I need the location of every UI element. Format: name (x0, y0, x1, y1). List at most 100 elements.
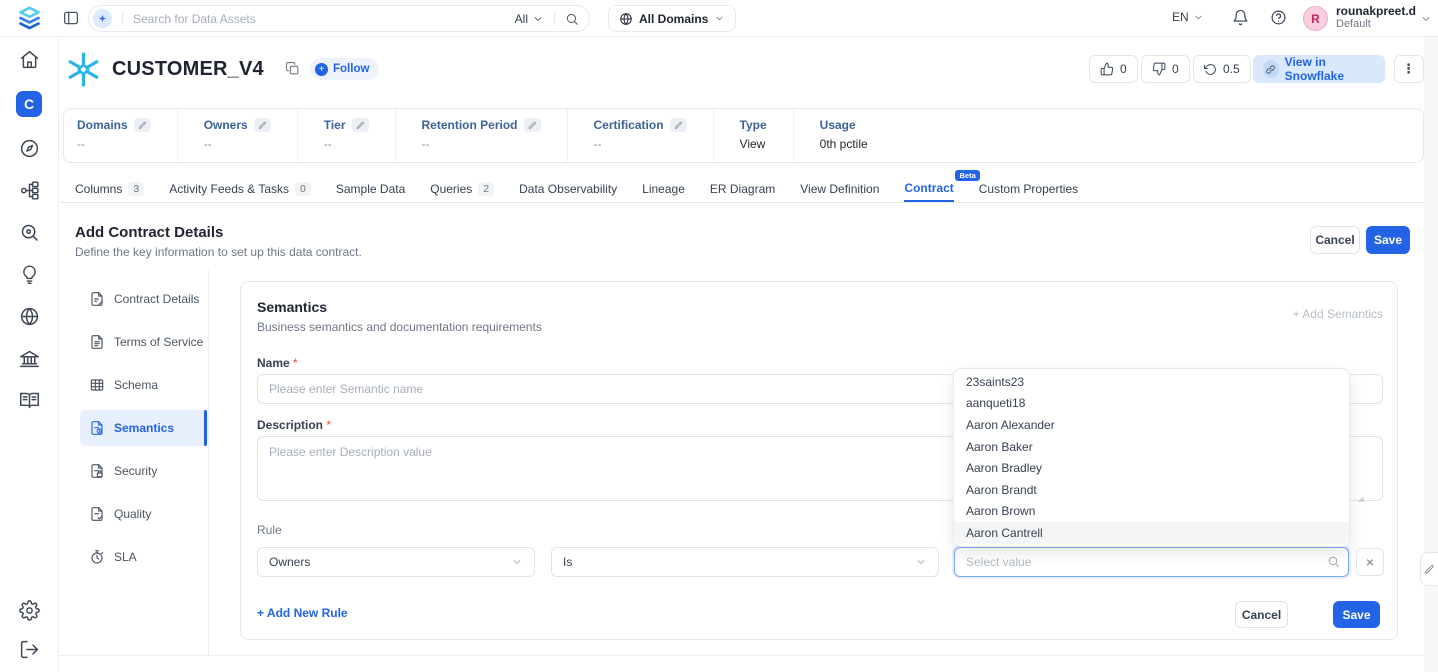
home-icon[interactable] (19, 49, 40, 70)
rule-value-input[interactable] (954, 547, 1349, 577)
close-icon: × (1366, 554, 1374, 570)
rule-operator-select[interactable]: Is (551, 547, 939, 577)
meta-field-owners: Owners -- (177, 109, 297, 162)
meta-value: -- (204, 137, 271, 151)
tab-columns[interactable]: Columns3 (75, 175, 144, 202)
global-search[interactable]: All (88, 5, 590, 32)
tab-custom-properties[interactable]: Custom Properties (979, 175, 1078, 202)
dropdown-option[interactable]: Aaron Brandt (954, 479, 1349, 501)
semantics-save-button[interactable]: Save (1333, 601, 1380, 628)
rule-label: Rule (257, 523, 282, 537)
tab-lineage[interactable]: Lineage (642, 175, 685, 202)
dropdown-option-highlighted[interactable]: Aaron Cantrell (954, 522, 1349, 544)
edge-widget-button[interactable] (1420, 552, 1438, 586)
popularity-button[interactable]: 0.5 (1193, 55, 1251, 83)
view-in-source-label: View in Snowflake (1285, 55, 1375, 83)
dropdown-option[interactable]: 23saints23 (954, 371, 1349, 393)
nav-security[interactable]: Security (80, 453, 208, 489)
tab-sample-data[interactable]: Sample Data (336, 175, 405, 202)
meta-label-text: Retention Period (422, 118, 518, 132)
tab-queries[interactable]: Queries2 (430, 175, 494, 202)
meta-value: 0th pctile (820, 137, 868, 151)
app-rail: C (0, 37, 59, 672)
edit-pencil-icon[interactable] (524, 118, 541, 132)
add-new-rule-button[interactable]: + Add New Rule (257, 606, 348, 620)
nav-schema[interactable]: Schema (80, 367, 208, 403)
marketplace-bank-icon[interactable] (19, 348, 40, 369)
dropdown-option[interactable]: aanqueti18 (954, 393, 1349, 415)
tab-data-observability[interactable]: Data Observability (519, 175, 617, 202)
downvote-button[interactable]: 0 (1141, 55, 1190, 83)
active-nav-indicator (204, 410, 207, 446)
logout-icon[interactable] (19, 639, 40, 660)
tab-contract[interactable]: ContractBeta (904, 175, 953, 202)
notifications-bell-icon[interactable] (1232, 9, 1249, 26)
dropdown-option[interactable]: Aaron Baker (954, 436, 1349, 458)
chevron-down-icon (714, 13, 725, 24)
user-name: rounakpreet.d (1336, 4, 1416, 18)
web-globe-icon[interactable] (19, 306, 40, 327)
upvote-button[interactable]: 0 (1089, 55, 1138, 83)
help-icon[interactable] (1270, 9, 1287, 26)
remove-rule-button[interactable]: × (1356, 548, 1384, 576)
dropdown-option[interactable]: Aaron Bradley (954, 457, 1349, 479)
governance-hierarchy-icon[interactable] (19, 180, 40, 201)
ai-sparkle-icon[interactable] (93, 9, 112, 28)
tab-view-definition[interactable]: View Definition (800, 175, 879, 202)
nav-terms-of-service[interactable]: Terms of Service (80, 324, 208, 360)
nav-quality[interactable]: Quality (80, 496, 208, 532)
edit-pencil-icon[interactable] (134, 118, 151, 132)
rule-value-select[interactable] (954, 547, 1349, 577)
rule-field-select[interactable]: Owners (257, 547, 535, 577)
add-semantics-button[interactable]: + Add Semantics (1293, 307, 1383, 321)
semantics-cancel-button[interactable]: Cancel (1235, 601, 1288, 628)
edit-pencil-icon[interactable] (670, 118, 687, 132)
follow-button[interactable]: + Follow (310, 58, 379, 80)
settings-gear-icon[interactable] (19, 600, 40, 621)
search-scope-dropdown[interactable]: All (515, 12, 544, 26)
domains-filter-dropdown[interactable]: All Domains (608, 5, 736, 32)
thumbs-up-icon (1100, 62, 1114, 76)
rail-bottom (19, 600, 40, 660)
tab-count: 3 (128, 182, 144, 196)
plus-icon: + (1293, 307, 1300, 321)
docs-book-icon[interactable] (19, 390, 40, 411)
discover-compass-icon[interactable] (19, 138, 40, 159)
cancel-button[interactable]: Cancel (1310, 226, 1360, 254)
description-label: Description * (257, 418, 331, 432)
edit-pencil-icon[interactable] (254, 118, 271, 132)
dropdown-option[interactable]: Aaron Alexander (954, 414, 1349, 436)
save-button[interactable]: Save (1366, 226, 1410, 254)
nav-sla[interactable]: SLA (80, 539, 208, 575)
nav-contract-details[interactable]: Contract Details (80, 281, 208, 317)
asset-title: CUSTOMER_V4 (112, 58, 264, 81)
more-actions-button[interactable]: ⋮ (1394, 55, 1424, 83)
chevron-down-icon (915, 556, 927, 568)
insights-search-icon[interactable] (19, 222, 40, 243)
popularity-score: 0.5 (1223, 62, 1240, 76)
file-check-icon (89, 506, 105, 522)
copy-icon[interactable] (285, 61, 300, 76)
search-input[interactable] (133, 12, 515, 26)
atlan-logo-icon[interactable] (16, 5, 43, 32)
asset-tabs: Columns3 Activity Feeds & Tasks0 Sample … (59, 172, 1438, 203)
snowflake-logo-icon (64, 50, 103, 89)
nav-semantics[interactable]: Semantics (80, 410, 208, 446)
view-in-snowflake-button[interactable]: View in Snowflake (1253, 55, 1385, 83)
language-dropdown[interactable]: EN (1172, 10, 1204, 24)
user-menu[interactable]: rounakpreet.d Default (1336, 4, 1416, 31)
dropdown-option[interactable]: Aaron Brown (954, 501, 1349, 523)
rule-field-value: Owners (269, 555, 310, 569)
edit-pencil-icon[interactable] (352, 118, 369, 132)
search-icon[interactable] (565, 12, 579, 26)
catalog-app-icon[interactable]: C (16, 91, 42, 117)
sidebar-toggle-icon[interactable] (62, 9, 80, 27)
page-subtitle: Define the key information to set up thi… (75, 245, 362, 259)
meta-label-text: Owners (204, 118, 248, 132)
tab-activity-feeds[interactable]: Activity Feeds & Tasks0 (169, 175, 311, 202)
ideas-bulb-icon[interactable] (19, 264, 40, 285)
meta-field-usage: Usage 0th pctile (793, 109, 894, 162)
user-avatar[interactable]: R (1303, 6, 1328, 31)
tab-er-diagram[interactable]: ER Diagram (710, 175, 775, 202)
divider (122, 11, 123, 26)
